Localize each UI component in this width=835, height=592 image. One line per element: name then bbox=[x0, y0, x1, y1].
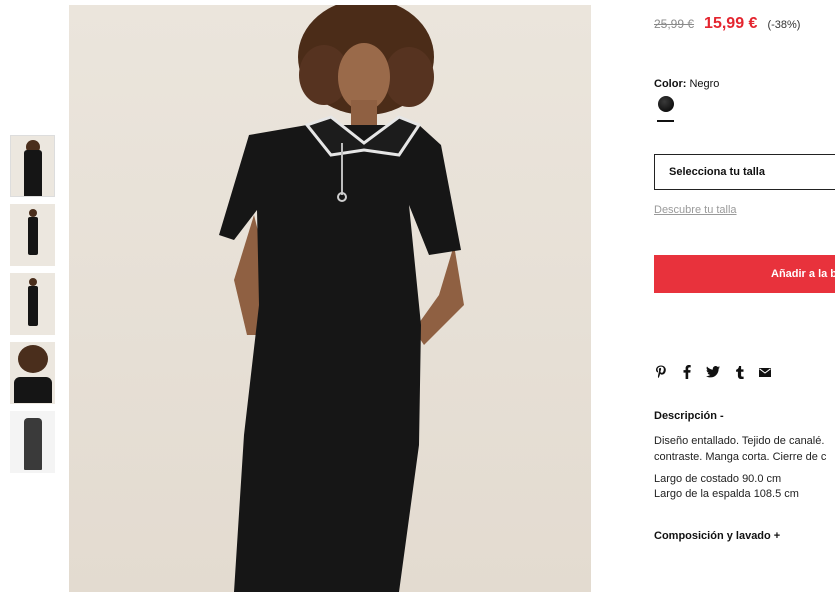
measurement-back-length: Largo de la espalda 108.5 cm bbox=[654, 488, 799, 500]
description-line: contraste. Manga corta. Cierre de c bbox=[654, 451, 827, 463]
color-label-key: Color: bbox=[654, 78, 687, 90]
description-text: Diseño entallado. Tejido de canalé. cont… bbox=[654, 433, 835, 465]
original-price: 25,99 € bbox=[654, 17, 695, 31]
thumbnail-1[interactable] bbox=[10, 135, 55, 197]
thumbnail-dress bbox=[13, 377, 52, 403]
add-to-bag-label: Añadir a la b bbox=[771, 268, 835, 280]
main-product-image[interactable] bbox=[69, 5, 591, 592]
color-value: Negro bbox=[689, 78, 720, 90]
thumbnail-dress bbox=[23, 150, 42, 196]
price-row: 25,99 € 15,99 € (-38%) bbox=[654, 15, 800, 33]
thumbnail-3[interactable] bbox=[10, 273, 55, 335]
swatch-selected-indicator bbox=[657, 120, 674, 122]
measurements: Largo de costado 90.0 cm Largo de la esp… bbox=[654, 472, 799, 502]
pinterest-icon[interactable] bbox=[654, 364, 668, 380]
thumbnail-5[interactable] bbox=[10, 411, 55, 473]
composition-toggle[interactable]: Composición y lavado + bbox=[654, 530, 780, 542]
add-to-bag-button[interactable]: Añadir a la b bbox=[654, 255, 835, 293]
sale-price: 15,99 € bbox=[704, 15, 758, 32]
color-label: Color: Negro bbox=[654, 78, 719, 90]
description-line: Diseño entallado. Tejido de canalé. bbox=[654, 435, 825, 447]
share-icons bbox=[654, 364, 772, 380]
measurement-side-length: Largo de costado 90.0 cm bbox=[654, 473, 782, 485]
thumbnail-head bbox=[17, 345, 48, 373]
description-heading[interactable]: Descripción - bbox=[654, 410, 724, 422]
discount-badge: (-38%) bbox=[767, 19, 801, 31]
tumblr-icon[interactable] bbox=[732, 364, 746, 380]
hair bbox=[384, 47, 434, 107]
dress bbox=[219, 125, 461, 592]
size-select[interactable]: Selecciona tu talla bbox=[654, 154, 835, 190]
size-guide-link[interactable]: Descubre tu talla bbox=[654, 204, 737, 216]
thumbnail-4[interactable] bbox=[10, 342, 55, 404]
thumbnail-head bbox=[28, 209, 37, 217]
color-swatch-black[interactable] bbox=[658, 96, 674, 112]
thumbnail-dress bbox=[27, 286, 38, 326]
facebook-icon[interactable] bbox=[680, 364, 694, 380]
model-illustration bbox=[219, 5, 464, 592]
right-arm bbox=[414, 245, 464, 345]
thumbnail-dress bbox=[27, 217, 38, 255]
thumbnail-2[interactable] bbox=[10, 204, 55, 266]
twitter-icon[interactable] bbox=[706, 364, 720, 380]
mail-icon[interactable] bbox=[758, 364, 772, 380]
thumbnail-list bbox=[10, 135, 55, 480]
thumbnail-dress bbox=[23, 418, 42, 470]
thumbnail-head bbox=[28, 278, 37, 286]
